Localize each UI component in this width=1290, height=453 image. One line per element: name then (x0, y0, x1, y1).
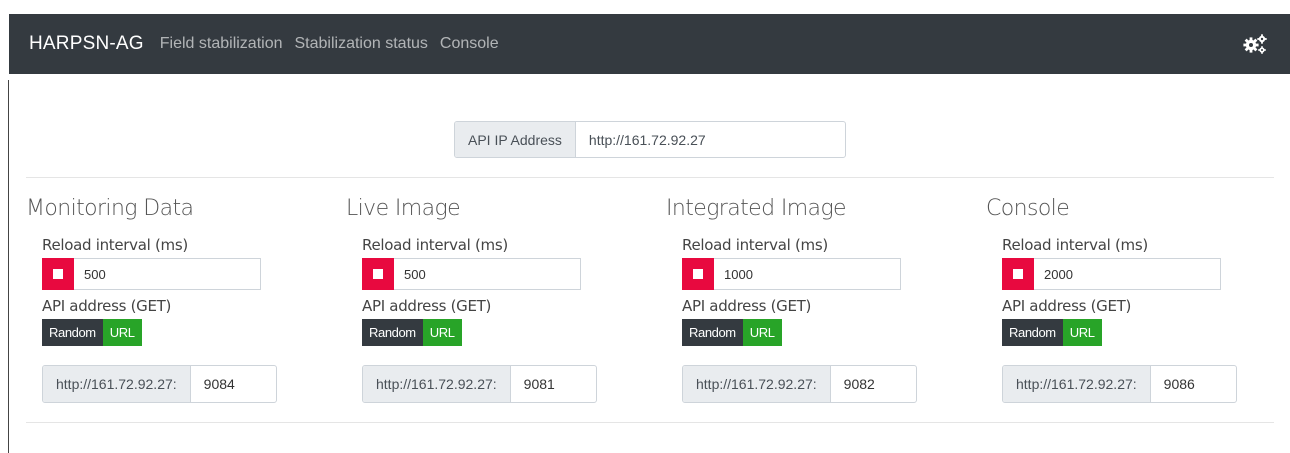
reload-interval-input[interactable]: 500 (394, 258, 581, 290)
nav-link-console[interactable]: Console (440, 35, 499, 53)
api-address-label: API address (GET) (362, 297, 492, 315)
panel-console: Console Reload interval (ms) 2000 API ad… (986, 196, 1286, 416)
panel-live-image: Live Image Reload interval (ms) 500 API … (346, 196, 646, 416)
toggle-random-button[interactable]: Random (42, 319, 103, 346)
panel-monitoring-data: Monitoring Data Reload interval (ms) 500… (26, 196, 326, 416)
toggle-url-button[interactable]: URL (422, 319, 462, 346)
reload-interval-input[interactable]: 500 (74, 258, 261, 290)
api-url-group: http://161.72.92.27: 9081 (362, 365, 597, 403)
panel-integrated-image: Integrated Image Reload interval (ms) 10… (666, 196, 966, 416)
toggle-random-button[interactable]: Random (682, 319, 743, 346)
reload-interval-label: Reload interval (ms) (1002, 236, 1148, 254)
api-address-label: API address (GET) (682, 297, 812, 315)
stop-button[interactable] (42, 258, 74, 290)
stop-button[interactable] (362, 258, 394, 290)
stop-button[interactable] (682, 258, 714, 290)
reload-interval-group: 2000 (1002, 258, 1221, 290)
api-url-group: http://161.72.92.27: 9082 (682, 365, 917, 403)
stop-button[interactable] (1002, 258, 1034, 290)
source-toggle: Random URL (682, 319, 782, 346)
api-port-input[interactable]: 9084 (191, 366, 276, 402)
api-ip-address-input[interactable]: http://161.72.92.27 (576, 122, 845, 157)
toggle-random-button[interactable]: Random (1002, 319, 1063, 346)
api-port-input[interactable]: 9086 (1151, 366, 1236, 402)
nav-link-field-stabilization[interactable]: Field stabilization (160, 35, 283, 53)
toggle-url-button[interactable]: URL (102, 319, 142, 346)
reload-interval-input[interactable]: 1000 (714, 258, 901, 290)
source-toggle: Random URL (1002, 319, 1102, 346)
api-address-label: API address (GET) (42, 297, 172, 315)
source-toggle: Random URL (362, 319, 462, 346)
reload-interval-label: Reload interval (ms) (362, 236, 508, 254)
reload-interval-group: 500 (362, 258, 581, 290)
brand-title[interactable]: HARPSN-AG (29, 33, 144, 55)
api-address-label: API address (GET) (1002, 297, 1132, 315)
panel-title: Console (986, 196, 1070, 221)
reload-interval-label: Reload interval (ms) (42, 236, 188, 254)
toggle-random-button[interactable]: Random (362, 319, 423, 346)
api-url-prefix: http://161.72.92.27: (363, 366, 511, 402)
reload-interval-input[interactable]: 2000 (1034, 258, 1221, 290)
api-port-input[interactable]: 9082 (831, 366, 916, 402)
reload-interval-group: 1000 (682, 258, 901, 290)
reload-interval-label: Reload interval (ms) (682, 236, 828, 254)
divider-top (26, 177, 1274, 178)
stop-icon (53, 269, 63, 279)
nav-link-stabilization-status[interactable]: Stabilization status (295, 35, 428, 53)
api-ip-address-group: API IP Address http://161.72.92.27 (454, 121, 846, 158)
stop-icon (693, 269, 703, 279)
toggle-url-button[interactable]: URL (742, 319, 782, 346)
gears-icon[interactable] (1242, 33, 1268, 55)
divider-bottom (26, 422, 1274, 423)
top-navbar: HARPSN-AG Field stabilization Stabilizat… (9, 14, 1290, 74)
stop-icon (373, 269, 383, 279)
api-port-input[interactable]: 9081 (511, 366, 596, 402)
api-url-group: http://161.72.92.27: 9086 (1002, 365, 1237, 403)
api-ip-address-label: API IP Address (455, 122, 576, 157)
toggle-url-button[interactable]: URL (1062, 319, 1102, 346)
panel-title: Live Image (346, 196, 461, 221)
panel-title: Monitoring Data (26, 196, 194, 221)
api-url-prefix: http://161.72.92.27: (1003, 366, 1151, 402)
api-url-group: http://161.72.92.27: 9084 (42, 365, 277, 403)
panel-title: Integrated Image (666, 196, 847, 221)
reload-interval-group: 500 (42, 258, 261, 290)
api-url-prefix: http://161.72.92.27: (683, 366, 831, 402)
stop-icon (1013, 269, 1023, 279)
source-toggle: Random URL (42, 319, 142, 346)
api-url-prefix: http://161.72.92.27: (43, 366, 191, 402)
window-edge (8, 80, 9, 453)
